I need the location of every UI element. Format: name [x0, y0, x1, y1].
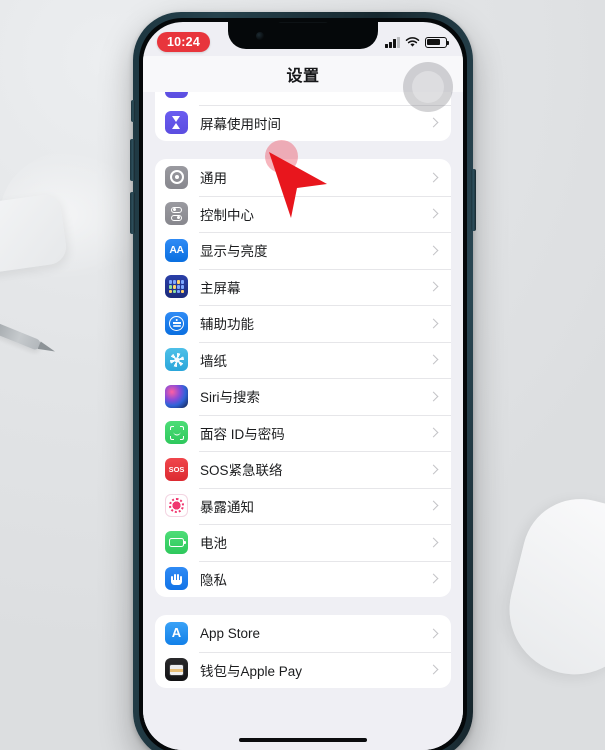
desk-object-pen: [0, 319, 43, 352]
settings-row-label: 辅助功能: [200, 317, 254, 333]
wallet-icon: [165, 658, 188, 682]
settings-row-label: 钱包与Apple Pay: [200, 663, 303, 679]
device-notch: [228, 22, 378, 49]
silent-switch-button[interactable]: [131, 100, 135, 122]
hourglass-glyph: [172, 116, 181, 130]
phone-bezel: 10:24 设置 屏幕使用时间 通用 控制中心 AA 显示与亮度 主屏幕 辅助功…: [139, 18, 467, 750]
chevron-right-icon: [428, 628, 439, 639]
chevron-right-icon: [428, 573, 439, 584]
settings-row-label: 墙纸: [200, 353, 227, 369]
chevron-right-icon: [428, 172, 439, 183]
hourglass-icon: [165, 111, 188, 135]
settings-row[interactable]: AA 显示与亮度: [155, 232, 451, 269]
assistive-touch-button[interactable]: [403, 62, 453, 112]
assistive-touch-inner-ring: [412, 71, 444, 103]
exposure-notification-icon: [165, 494, 188, 518]
system-group: 通用 控制中心 AA 显示与亮度 主屏幕 辅助功能 墙纸 Siri与搜索 面容 ID与密码 SOS…: [155, 159, 451, 597]
battery-fill-level: [427, 38, 440, 46]
page-title: 设置: [286, 68, 320, 85]
settings-row[interactable]: 面容 ID与密码: [155, 414, 451, 452]
battery-icon: [425, 36, 450, 48]
siri-icon: [165, 384, 188, 408]
accessibility-glyph: [169, 315, 184, 331]
volume-down-button[interactable]: [130, 192, 135, 234]
app-grid-glyph: [169, 280, 184, 294]
settings-row-label: 暴露通知: [200, 499, 254, 515]
focus-icon: [165, 92, 188, 98]
settings-row[interactable]: 钱包与Apple Pay: [155, 651, 451, 689]
wallpaper-icon: [165, 348, 188, 372]
chevron-right-icon: [428, 117, 439, 128]
chevron-right-icon: [428, 500, 439, 511]
battery-settings-icon: [165, 530, 188, 554]
chevron-right-icon: [428, 537, 439, 548]
battery-glyph: [169, 537, 186, 547]
settings-row[interactable]: 墙纸: [155, 341, 451, 379]
settings-row[interactable]: 电池: [155, 524, 451, 561]
settings-row[interactable]: SOS SOS紧急联络: [155, 451, 451, 488]
chevron-right-icon: [428, 281, 439, 292]
flower-glyph: [169, 352, 184, 367]
settings-row-label: 面容 ID与密码: [200, 426, 285, 442]
wallet-card-glyph: [169, 663, 184, 676]
home-screen-icon: [165, 275, 188, 299]
gear-glyph: [169, 170, 184, 185]
chevron-right-icon: [428, 427, 439, 438]
chevron-right-icon: [428, 354, 439, 365]
red-pointer-cursor: [269, 152, 327, 218]
earpiece-speaker: [278, 22, 328, 23]
phone-screen: 10:24 设置 屏幕使用时间 通用 控制中心 AA 显示与亮度 主屏幕 辅助功…: [143, 22, 463, 750]
chevron-right-icon: [428, 245, 439, 256]
volume-up-button[interactable]: [130, 139, 135, 181]
accessibility-icon: [165, 311, 188, 335]
settings-row[interactable]: 隐私: [155, 560, 451, 598]
app-store-icon: [165, 621, 188, 645]
settings-row[interactable]: 辅助功能: [155, 305, 451, 342]
settings-row-label: SOS紧急联络: [200, 463, 283, 479]
settings-row-label: 隐私: [200, 572, 227, 588]
power-button[interactable]: [471, 169, 476, 231]
chevron-right-icon: [428, 318, 439, 329]
settings-row[interactable]: Siri与搜索: [155, 378, 451, 415]
status-time-recording-pill[interactable]: 10:24: [157, 32, 210, 52]
desk-object-mouse: [495, 486, 605, 689]
exposure-glyph: [169, 498, 184, 514]
status-indicators: [385, 36, 450, 48]
chevron-right-icon: [428, 464, 439, 475]
settings-row-label: 电池: [200, 536, 227, 552]
home-indicator-bar[interactable]: [239, 737, 367, 742]
privacy-hand-icon: [165, 567, 188, 591]
settings-row-label: 主屏幕: [200, 280, 241, 296]
settings-row-label: App Store: [200, 625, 261, 641]
sos-icon: SOS: [165, 457, 188, 481]
app-store-glyph: [170, 626, 184, 640]
control-toggles-glyph: [171, 206, 182, 221]
iphone-device: 10:24 设置 屏幕使用时间 通用 控制中心 AA 显示与亮度 主屏幕 辅助功…: [130, 12, 476, 750]
hand-glyph: [171, 572, 182, 586]
store-group: App Store 钱包与Apple Pay: [155, 615, 451, 688]
chevron-right-icon: [428, 391, 439, 402]
settings-row[interactable]: 主屏幕: [155, 268, 451, 306]
face-id-icon: [165, 421, 188, 445]
settings-row-label: 显示与亮度: [200, 244, 268, 260]
display-brightness-icon: AA: [165, 238, 188, 262]
settings-row-label: 屏幕使用时间: [200, 116, 281, 132]
gear-icon: [165, 165, 188, 189]
settings-row-label: Siri与搜索: [200, 390, 260, 406]
face-id-glyph: [169, 425, 184, 440]
settings-row[interactable]: App Store: [155, 615, 451, 652]
chevron-right-icon: [428, 664, 439, 675]
front-camera-icon: [256, 32, 264, 40]
chevron-right-icon: [428, 208, 439, 219]
settings-row[interactable]: 暴露通知: [155, 487, 451, 525]
control-center-icon: [165, 202, 188, 226]
wifi-icon: [405, 36, 420, 47]
cellular-signal-icon: [385, 36, 400, 48]
settings-row[interactable]: 屏幕使用时间: [155, 104, 451, 142]
